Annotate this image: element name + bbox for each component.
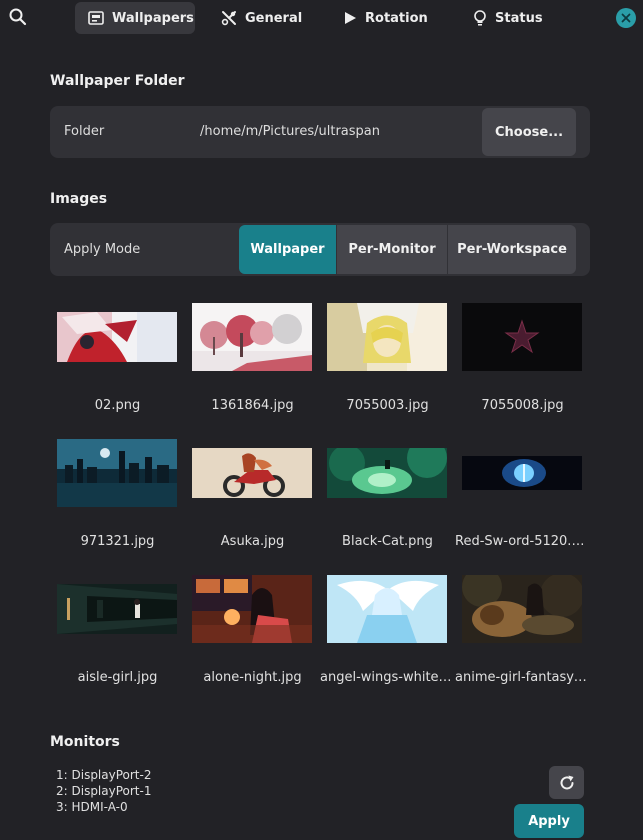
monitor-item: 1: DisplayPort-2 xyxy=(56,768,152,782)
close-button[interactable] xyxy=(616,8,636,28)
thumbnail-image xyxy=(327,303,447,371)
monitor-list: 1: DisplayPort-2 2: DisplayPort-1 3: HDM… xyxy=(56,767,151,815)
thumbnail-image xyxy=(462,575,582,643)
thumbnail-image xyxy=(462,303,582,371)
tab-general[interactable]: General xyxy=(221,2,302,34)
image-caption: Black-Cat.png xyxy=(342,534,433,549)
tools-icon xyxy=(221,11,236,26)
thumbnail-image xyxy=(57,312,177,362)
bulb-icon xyxy=(474,10,486,26)
image-item[interactable]: aisle-girl.jpg xyxy=(50,575,185,685)
image-caption: alone-night.jpg xyxy=(203,670,302,685)
image-caption: 971321.jpg xyxy=(80,534,155,549)
image-caption: Red-Sw-ord-5120.png xyxy=(455,534,590,549)
close-icon xyxy=(621,13,631,23)
top-bar: Wallpapers General Rotation Status xyxy=(0,0,643,36)
image-caption: 7055008.jpg xyxy=(481,398,564,413)
images-heading: Images xyxy=(50,191,108,207)
apply-mode-row: Apply Mode Wallpaper Per-Monitor Per-Wor… xyxy=(50,223,590,276)
choose-folder-button[interactable]: Choose... xyxy=(482,108,576,156)
tab-label: Wallpapers xyxy=(112,10,194,26)
image-caption: 02.png xyxy=(94,398,141,413)
apply-button[interactable]: Apply xyxy=(514,804,584,838)
monitors-heading: Monitors xyxy=(50,734,120,750)
image-item[interactable]: 02.png xyxy=(50,303,185,413)
wallpaper-folder-heading: Wallpaper Folder xyxy=(50,73,185,89)
monitor-item: 2: DisplayPort-1 xyxy=(56,784,152,798)
image-item[interactable]: Asuka.jpg xyxy=(185,439,320,549)
image-item[interactable]: 7055008.jpg xyxy=(455,303,590,413)
play-icon xyxy=(345,12,356,24)
image-item[interactable]: anime-girl-fantasy-li... xyxy=(455,575,590,685)
refresh-button[interactable] xyxy=(549,766,584,799)
mode-wallpaper-button[interactable]: Wallpaper xyxy=(239,225,336,274)
image-item[interactable]: Red-Sw-ord-5120.png xyxy=(455,439,590,549)
thumbnail-image xyxy=(192,575,312,643)
folder-path: /home/m/Pictures/ultraspan xyxy=(200,124,381,139)
image-caption: anime-girl-fantasy-li... xyxy=(455,670,590,685)
tab-label: Rotation xyxy=(365,10,428,26)
image-item[interactable]: 7055003.jpg xyxy=(320,303,455,413)
search-icon xyxy=(9,8,27,26)
image-item[interactable]: 1361864.jpg xyxy=(185,303,320,413)
tab-wallpapers[interactable]: Wallpapers xyxy=(75,2,195,34)
mode-per-monitor-button[interactable]: Per-Monitor xyxy=(337,225,447,274)
image-item[interactable]: Black-Cat.png xyxy=(320,439,455,549)
search-button[interactable] xyxy=(8,7,28,27)
thumbnail-image xyxy=(192,303,312,371)
image-caption: 1361864.jpg xyxy=(211,398,294,413)
tab-label: Status xyxy=(495,10,543,26)
image-item[interactable]: angel-wings-white-h... xyxy=(320,575,455,685)
monitor-item: 3: HDMI-A-0 xyxy=(56,800,128,814)
image-item[interactable]: 971321.jpg xyxy=(50,439,185,549)
image-caption: Asuka.jpg xyxy=(220,534,285,549)
mode-per-workspace-button[interactable]: Per-Workspace xyxy=(448,225,576,274)
folder-label: Folder xyxy=(64,124,105,139)
thumbnail-image xyxy=(57,439,177,507)
refresh-icon xyxy=(560,775,573,789)
image-icon xyxy=(88,11,104,25)
image-caption: aisle-girl.jpg xyxy=(77,670,158,685)
tab-rotation[interactable]: Rotation xyxy=(343,2,428,34)
tab-label: General xyxy=(245,10,303,26)
folder-row: Folder /home/m/Pictures/ultraspan Choose… xyxy=(50,106,590,158)
thumbnail-image xyxy=(462,456,582,490)
image-caption: angel-wings-white-h... xyxy=(320,670,455,685)
thumbnail-image xyxy=(57,584,177,634)
apply-mode-label: Apply Mode xyxy=(64,242,141,257)
thumbnail-image xyxy=(327,448,447,498)
thumbnail-image xyxy=(192,448,312,498)
tab-status[interactable]: Status xyxy=(473,2,543,34)
image-caption: 7055003.jpg xyxy=(346,398,429,413)
image-item[interactable]: alone-night.jpg xyxy=(185,575,320,685)
thumbnail-image xyxy=(327,575,447,643)
